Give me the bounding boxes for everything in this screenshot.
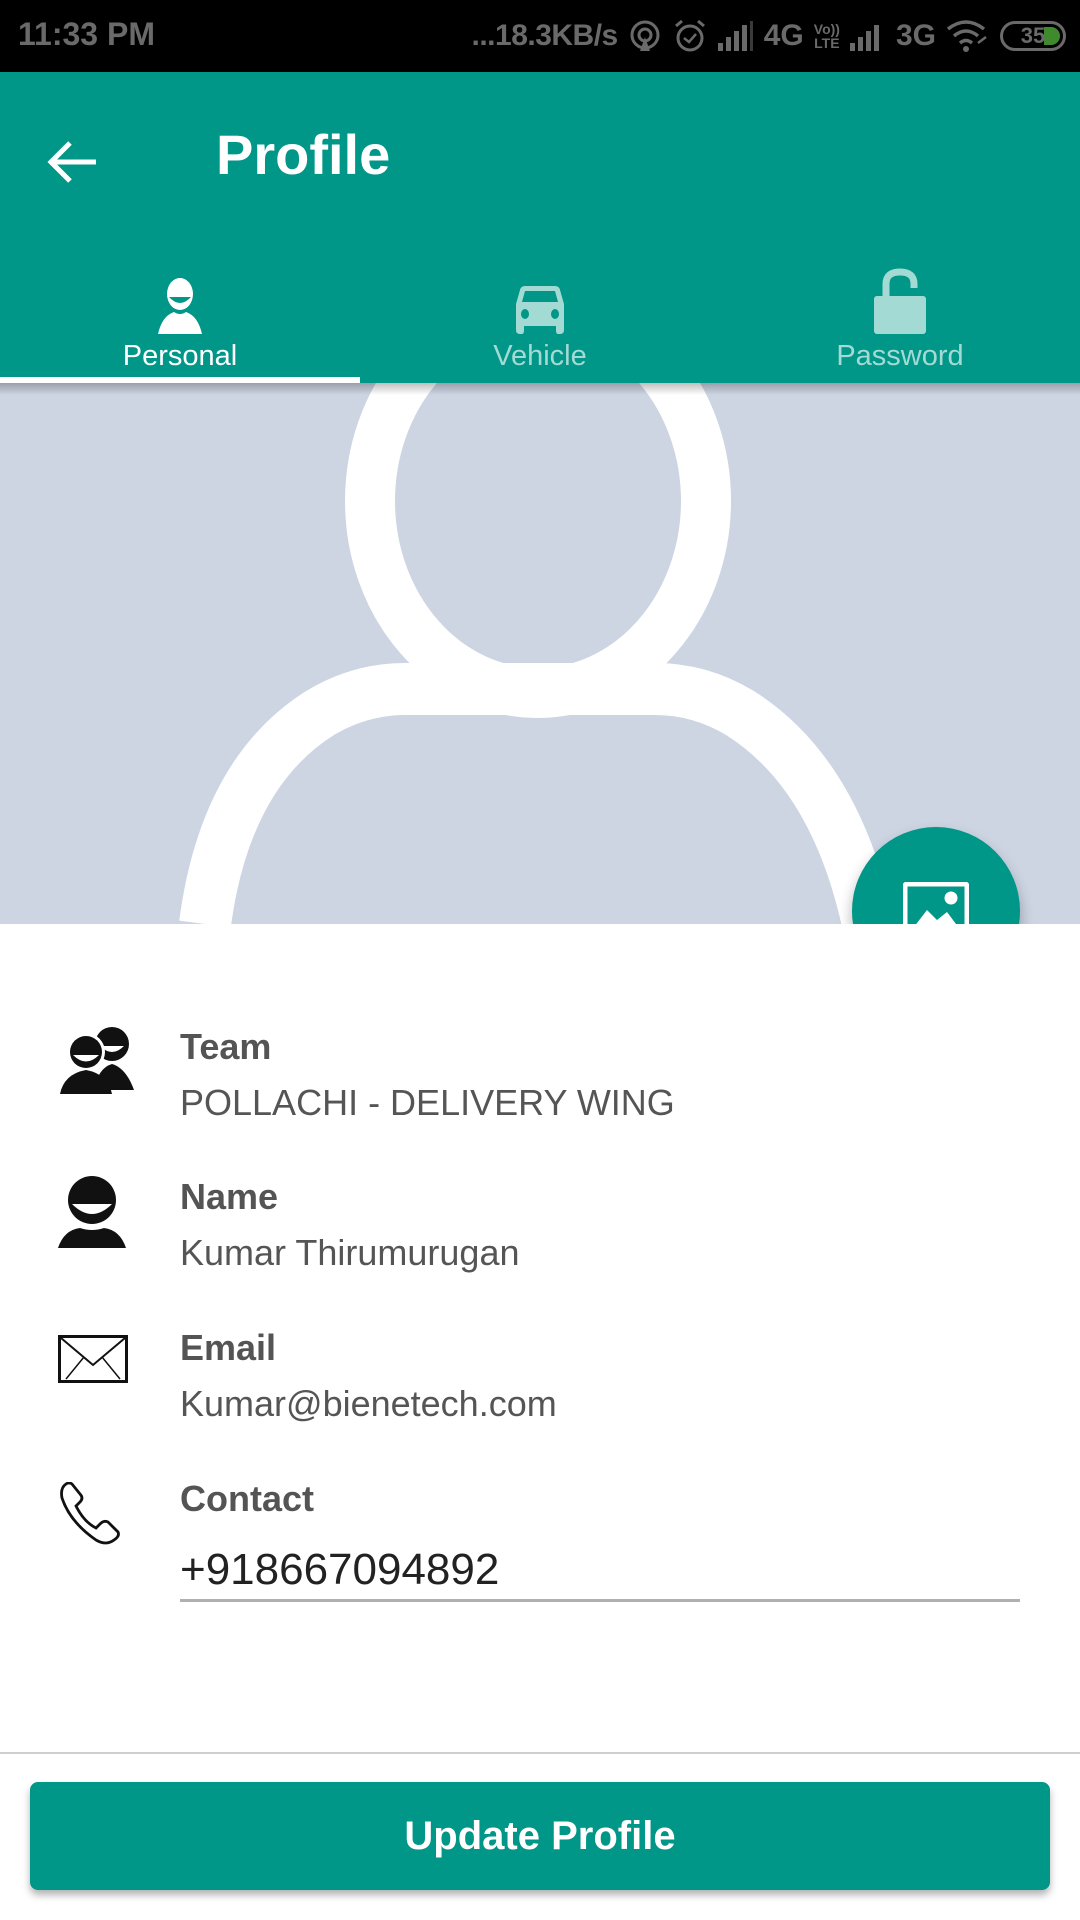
name-label: Name	[180, 1176, 279, 1217]
contact-label: Contact	[180, 1478, 314, 1519]
status-bar: 11:33 PM ...18.3KB/s 4G Vo)) LTE 3G 35	[0, 0, 1080, 72]
app-bar: Profile Personal Vehicle Password	[0, 72, 1080, 383]
unlock-icon	[874, 268, 926, 334]
email-label: Email	[180, 1327, 277, 1368]
team-label: Team	[180, 1026, 272, 1067]
team-value: POLLACHI - DELIVERY WING	[180, 1082, 675, 1123]
arrow-left-icon	[47, 141, 96, 183]
image-icon	[903, 882, 969, 924]
tab-password[interactable]: Password	[720, 240, 1080, 383]
name-value: Kumar Thirumurugan	[180, 1232, 520, 1273]
signal-icon	[717, 21, 753, 51]
team-icon	[60, 1027, 134, 1094]
envelope-icon	[58, 1335, 128, 1383]
tab-password-label: Password	[836, 340, 964, 372]
network-type-3g: 3G	[895, 19, 936, 52]
network-speed: ...18.3KB/s	[471, 19, 619, 52]
back-button[interactable]	[36, 126, 108, 198]
phone-icon	[60, 1482, 120, 1545]
battery-icon: 35	[1000, 21, 1066, 51]
hotspot-icon	[630, 20, 660, 51]
tab-personal-label: Personal	[122, 340, 238, 372]
divider	[0, 1752, 1080, 1754]
car-icon	[516, 286, 564, 334]
signal-icon	[849, 25, 879, 51]
status-time: 11:33 PM	[18, 16, 155, 52]
page-title: Profile	[216, 123, 391, 186]
person-icon	[158, 278, 202, 334]
person-icon	[58, 1176, 126, 1248]
network-type-4g: 4G	[763, 19, 804, 52]
wifi-icon	[946, 20, 987, 52]
tab-vehicle[interactable]: Vehicle	[360, 240, 720, 383]
tab-personal[interactable]: Personal	[0, 240, 360, 383]
alarm-icon	[674, 19, 705, 52]
status-icons: ...18.3KB/s 4G Vo)) LTE 3G 35	[471, 14, 1066, 58]
battery-level: 35	[1020, 23, 1046, 48]
email-value: Kumar@bienetech.com	[180, 1383, 557, 1424]
volte-indicator: Vo)) LTE	[813, 21, 840, 51]
profile-photo[interactable]	[0, 383, 1080, 924]
contact-input[interactable]	[180, 1540, 1020, 1602]
update-profile-button[interactable]: Update Profile	[30, 1782, 1050, 1890]
tab-vehicle-label: Vehicle	[493, 340, 587, 372]
tab-bar: Personal Vehicle Password	[0, 240, 1080, 383]
